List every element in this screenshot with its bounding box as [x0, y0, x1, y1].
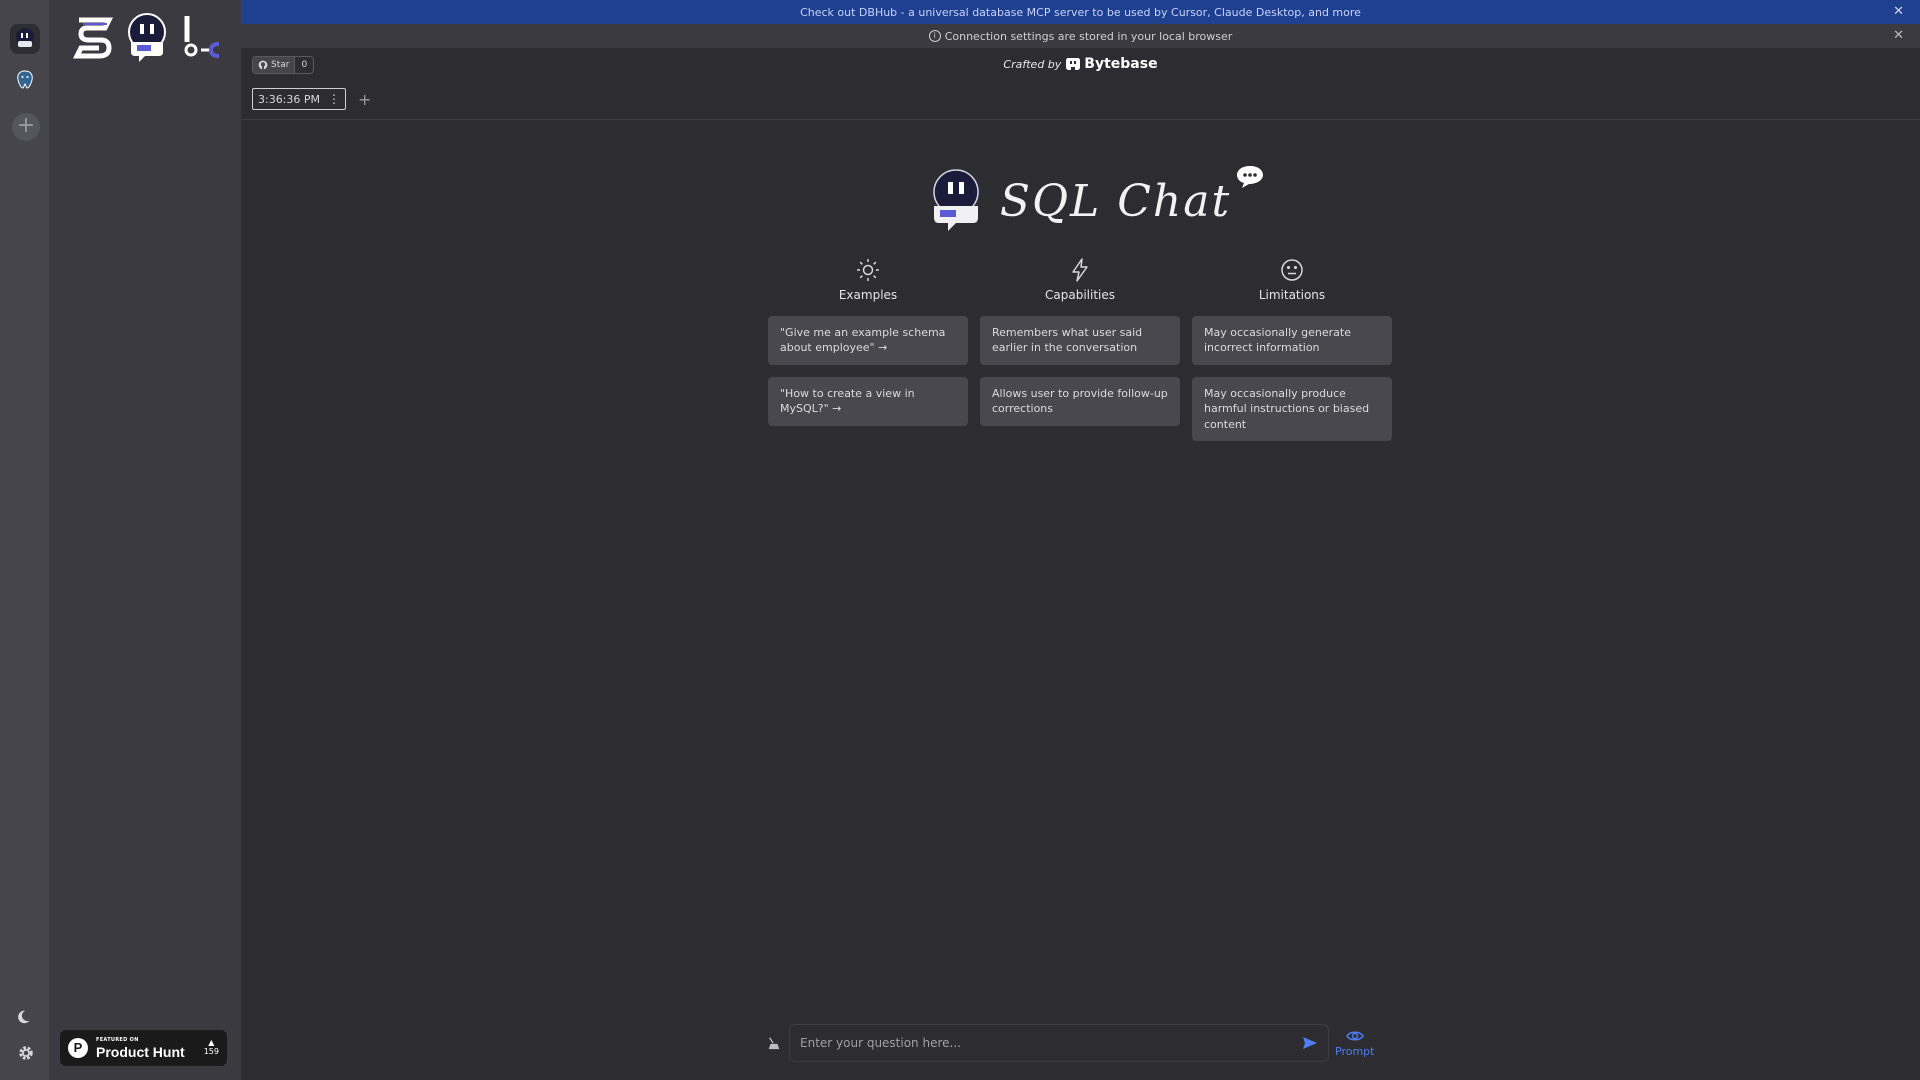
- sqlchat-robot-connection-button[interactable]: [10, 24, 40, 54]
- lightning-icon: [1072, 258, 1088, 282]
- header: Star 0 Crafted by Bytebase: [241, 48, 1920, 86]
- ph-name-label: Product Hunt: [96, 1043, 185, 1060]
- chat-input-row: Prompt: [767, 1024, 1374, 1062]
- prompt-toggle-label: Prompt: [1335, 1044, 1375, 1058]
- examples-title: Examples: [838, 288, 898, 302]
- capabilities-title: Capabilities: [1045, 288, 1115, 302]
- moon-icon[interactable]: [17, 1008, 35, 1026]
- gear-icon[interactable]: [17, 1044, 35, 1062]
- question-input[interactable]: [800, 1036, 1302, 1050]
- robot-icon: [16, 28, 34, 47]
- dbhub-banner: Check out DBHub - a universal database M…: [241, 0, 1920, 24]
- close-icon[interactable]: ✕: [1893, 29, 1904, 42]
- database-logos: [71, 12, 223, 64]
- speech-bubble-icon: [1237, 165, 1264, 188]
- dbhub-banner-link[interactable]: Check out DBHub - a universal database M…: [800, 6, 1361, 19]
- limitation-card: May occasionally generate incorrect info…: [1192, 316, 1392, 365]
- limitations-column: Limitations May occasionally generate in…: [1192, 258, 1392, 453]
- add-connection-button[interactable]: +: [12, 113, 40, 141]
- capabilities-column: Capabilities Remembers what user said ea…: [980, 258, 1180, 453]
- sun-icon: [857, 259, 879, 281]
- example-card[interactable]: "How to create a view in MySQL?" →: [768, 376, 968, 426]
- examples-column: Examples "Give me an example schema abou…: [768, 258, 968, 453]
- product-hunt-badge[interactable]: P FEATURED ON Product Hunt ▲ 159: [60, 1030, 227, 1066]
- neutral-face-icon: [1281, 259, 1303, 281]
- question-input-box: [789, 1024, 1329, 1062]
- prompt-toggle-button[interactable]: Prompt: [1335, 1029, 1374, 1058]
- connection-rail: +: [0, 0, 49, 1080]
- example-card[interactable]: "Give me an example schema about employe…: [768, 316, 968, 365]
- main-area: Check out DBHub - a universal database M…: [241, 0, 1920, 1080]
- robot-logo-icon: [128, 13, 166, 62]
- info-icon: i: [928, 30, 941, 42]
- conversation-tab[interactable]: 3:36:36 PM ⋮: [252, 88, 346, 110]
- capability-card: Remembers what user said earlier in the …: [980, 316, 1180, 365]
- bytebase-logo-icon: [1066, 58, 1081, 70]
- hero-title: SQL Chat: [999, 165, 1264, 227]
- capability-card: Allows user to provide follow-up correct…: [980, 376, 1180, 426]
- postgresql-connection-button[interactable]: [10, 65, 40, 95]
- send-icon[interactable]: [1302, 1035, 1318, 1051]
- eye-icon: [1345, 1031, 1364, 1040]
- connection-notice: i Connection settings are stored in your…: [241, 24, 1920, 48]
- product-hunt-icon: P: [68, 1038, 88, 1058]
- ph-featured-label: FEATURED ON: [96, 1036, 139, 1043]
- crafted-by: Crafted by Bytebase: [241, 56, 1920, 72]
- conversation-tab-label: 3:36:36 PM: [257, 92, 321, 106]
- more-vertical-icon[interactable]: ⋮: [328, 92, 340, 106]
- postgresql-icon: [17, 70, 33, 89]
- conversation-tabs: 3:36:36 PM ⋮ +: [241, 86, 1920, 120]
- connection-notice-text: Connection settings are stored in your l…: [944, 29, 1233, 43]
- hero-title-text: SQL Chat: [999, 175, 1232, 227]
- crafted-by-prefix: Crafted by: [1003, 57, 1062, 71]
- broom-icon[interactable]: [767, 1036, 781, 1050]
- side-panel: P FEATURED ON Product Hunt ▲ 159: [49, 0, 241, 1080]
- sql-letter-s-logo-icon: [72, 17, 114, 59]
- intro-columns: Examples "Give me an example schema abou…: [768, 258, 1392, 453]
- ql-letters-logo-icon: [184, 16, 220, 58]
- hero: SQL Chat: [241, 165, 1920, 234]
- sqlchat-robot-logo-icon: [933, 169, 979, 231]
- limitations-title: Limitations: [1258, 288, 1326, 302]
- close-icon[interactable]: ✕: [1893, 5, 1904, 18]
- add-conversation-button[interactable]: +: [358, 90, 371, 109]
- limitation-card: May occasionally produce harmful instruc…: [1192, 376, 1392, 441]
- ph-votes-count: 159: [203, 1047, 219, 1056]
- ph-votes: ▲ 159: [203, 1038, 219, 1057]
- bytebase-brand: Bytebase: [1084, 56, 1158, 72]
- bytebase-link[interactable]: Bytebase: [1065, 56, 1158, 72]
